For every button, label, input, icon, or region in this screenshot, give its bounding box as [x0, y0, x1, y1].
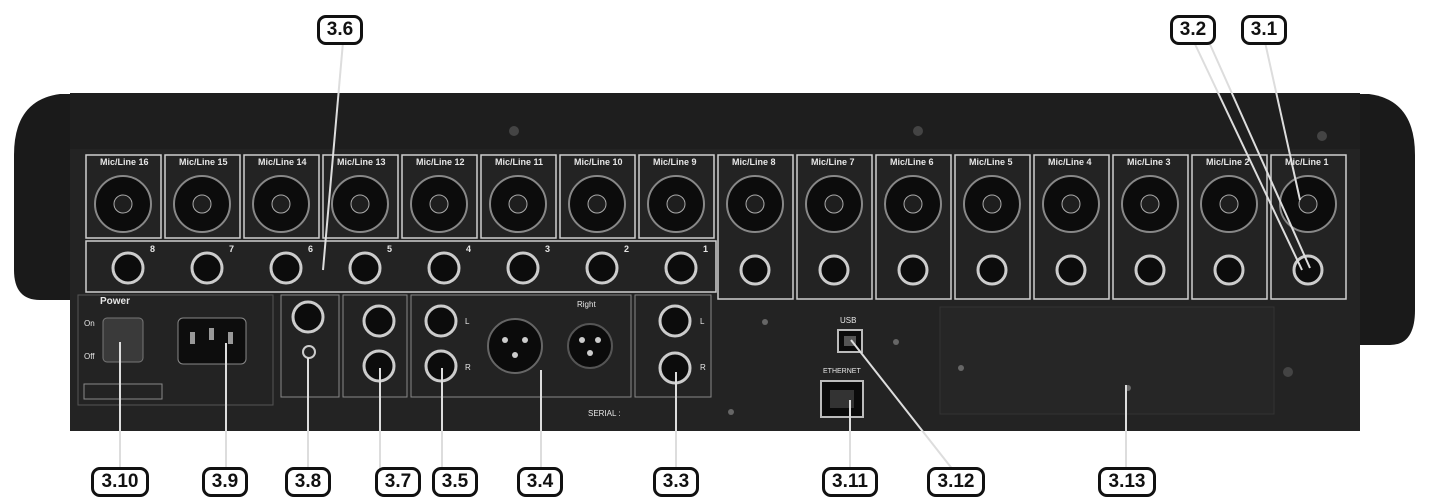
aux-number: 1 [703, 244, 709, 254]
channel-label: Mic/Line 8 [732, 157, 776, 167]
channel-label: Mic/Line 11 [495, 157, 544, 167]
channel-label: Mic/Line 12 [416, 157, 465, 167]
screw [913, 126, 923, 136]
expansion-slot [939, 306, 1275, 415]
channel-label: Mic/Line 9 [653, 157, 697, 167]
channel-label: Mic/Line 13 [337, 157, 386, 167]
aux-number: 4 [466, 244, 472, 254]
on-label: On [84, 319, 95, 328]
chassis-right-cheek [1354, 94, 1415, 345]
callout-3-5: 3.5 [432, 467, 478, 497]
channel-label: Mic/Line 6 [890, 157, 934, 167]
aux-jack [348, 251, 382, 285]
callout-3-7: 3.7 [375, 467, 421, 497]
callout-3-8: 3.8 [285, 467, 331, 497]
aux-jack [190, 251, 224, 285]
aux-jack [269, 251, 303, 285]
control-room-left-label: L [465, 317, 470, 326]
off-label: Off [84, 352, 95, 361]
monitor-left-label: L [700, 317, 705, 326]
channel-label: Mic/Line 14 [258, 157, 307, 167]
ac-inlet [177, 317, 247, 365]
channel-label: Mic/Line 10 [574, 157, 623, 167]
channel-label: Mic/Line 2 [1206, 157, 1250, 167]
channel-label: Mic/Line 16 [100, 157, 149, 167]
insert-jack [1055, 254, 1087, 286]
serial-label: SERIAL : [588, 409, 621, 418]
xlr-main-left [487, 318, 543, 374]
insert-jack [976, 254, 1008, 286]
callout-3-6: 3.6 [317, 15, 363, 45]
callout-3-3: 3.3 [653, 467, 699, 497]
callout-3-2: 3.2 [1170, 15, 1216, 45]
screw [509, 126, 519, 136]
callout-3-12: 3.12 [927, 467, 985, 497]
control-room-right-label: R [465, 363, 471, 372]
channel-label: Mic/Line 1 [1285, 157, 1329, 167]
trs-jack [424, 304, 458, 338]
aux-number: 6 [308, 244, 314, 254]
power-label: Power [100, 296, 131, 307]
monitor-right-label: R [700, 363, 706, 372]
aux-jack [506, 251, 540, 285]
xlr-main-right [567, 323, 613, 369]
callout-3-11: 3.11 [822, 467, 878, 497]
insert-jack [897, 254, 929, 286]
aux-number: 2 [624, 244, 630, 254]
aux-number: 3 [545, 244, 551, 254]
aux-number: 5 [387, 244, 393, 254]
screw [1317, 131, 1327, 141]
aux-jack [585, 251, 619, 285]
channel-label: Mic/Line 4 [1048, 157, 1092, 167]
chassis-left-cheek [14, 94, 75, 300]
aux-jack [664, 251, 698, 285]
trs-jack [362, 304, 396, 338]
callout-3-9: 3.9 [202, 467, 248, 497]
aux-jack [427, 251, 461, 285]
channel-label: Mic/Line 5 [969, 157, 1013, 167]
usb-label: USB [840, 316, 857, 325]
insert-jack [1213, 254, 1245, 286]
channel-label: Mic/Line 15 [179, 157, 228, 167]
callout-3-10: 3.10 [91, 467, 149, 497]
aux-number: 8 [150, 244, 156, 254]
channel-label: Mic/Line 7 [811, 157, 855, 167]
callout-3-4: 3.4 [517, 467, 563, 497]
callout-3-1: 3.1 [1241, 15, 1287, 45]
trs-jack [658, 304, 692, 338]
insert-jack [1134, 254, 1166, 286]
channel-label: Mic/Line 3 [1127, 157, 1171, 167]
ethernet-label: ETHERNET [823, 368, 861, 375]
callout-3-13: 3.13 [1098, 467, 1156, 497]
aux-number: 7 [229, 244, 235, 254]
power-switch [102, 317, 144, 363]
insert-jack [818, 254, 850, 286]
mixer-rear-panel-diagram: Mic/Line 16 Mic/Line 15 Mic/Line 14 Mic/Lin… [0, 0, 1429, 501]
xlr-right-label: Right [577, 300, 596, 309]
insert-jack [739, 254, 771, 286]
aux-jack [111, 251, 145, 285]
mixer-rear-panel [14, 41, 1415, 476]
trs-jack [291, 300, 325, 334]
chassis-top-strip [70, 93, 1360, 149]
